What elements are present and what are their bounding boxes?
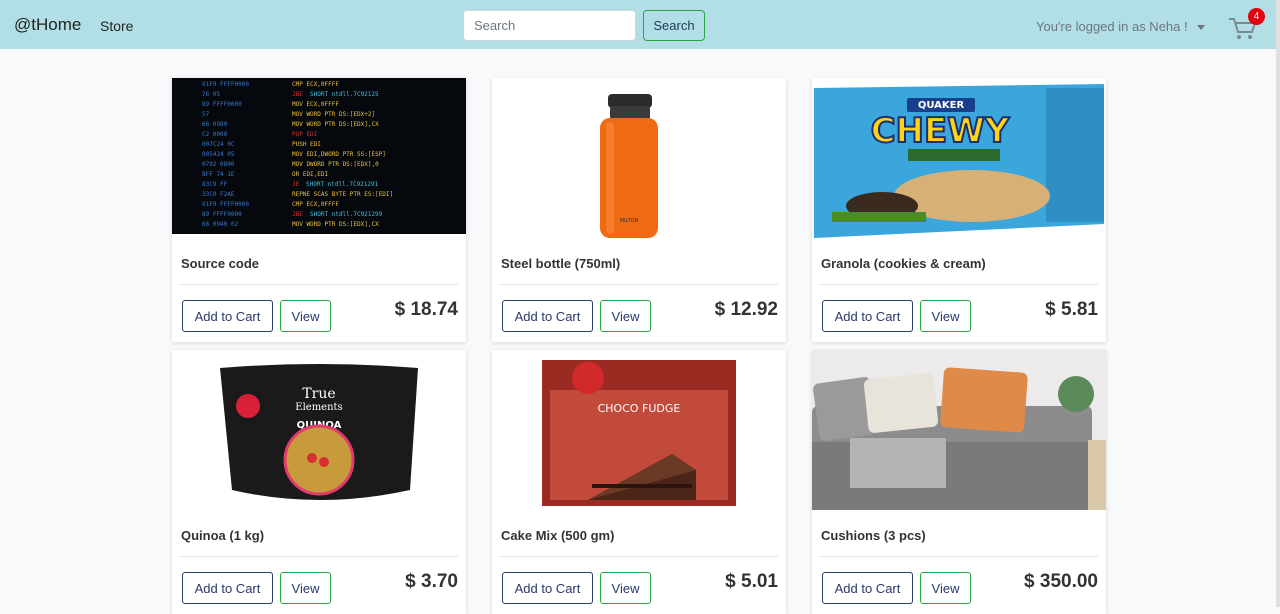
card-divider <box>180 284 458 285</box>
card-divider <box>500 284 778 285</box>
product-card: True Elements QUINOA Quinoa (1 kg) Add t… <box>172 350 466 614</box>
svg-text:MOV ECX,0FFFF: MOV ECX,0FFFF <box>292 101 339 108</box>
add-to-cart-button[interactable]: Add to Cart <box>822 300 913 332</box>
svg-text:OR EDI,EDI: OR EDI,EDI <box>292 171 329 178</box>
product-price: $ 3.70 <box>405 571 458 592</box>
view-button[interactable]: View <box>600 300 651 332</box>
top-navbar: @tHome Store Search You're logged in as … <box>0 0 1280 49</box>
svg-text:33C0 F2AE: 33C0 F2AE <box>202 191 235 198</box>
product-card: Cushions (3 pcs) Add to Cart View $ 350.… <box>812 350 1106 614</box>
search-input[interactable] <box>463 10 636 41</box>
product-title[interactable]: Granola (cookies & cream) <box>821 256 986 271</box>
user-menu-dropdown[interactable]: You're logged in as Neha ! <box>1036 19 1205 34</box>
cart-count-badge: 4 <box>1248 8 1265 25</box>
nav-link-store[interactable]: Store <box>100 18 133 34</box>
product-grid: 01F9 FFFF0000 76 05 89 FFFF0000 57 66 09… <box>172 78 1106 614</box>
product-price: $ 18.74 <box>394 299 458 320</box>
svg-text:0792 0800: 0792 0800 <box>202 161 235 168</box>
svg-text:01F9 FFFF0000: 01F9 FFFF0000 <box>202 81 249 88</box>
view-button[interactable]: View <box>280 300 331 332</box>
product-price: $ 350.00 <box>1024 571 1098 592</box>
card-divider <box>180 556 458 557</box>
svg-text:MOV EDI,DWORD PTR SS:[ESP]: MOV EDI,DWORD PTR SS:[ESP] <box>292 151 386 158</box>
svg-text:REPNE SCAS BYTE PTR ES:[EDI]: REPNE SCAS BYTE PTR ES:[EDI] <box>292 191 393 198</box>
add-to-cart-button[interactable]: Add to Cart <box>502 572 593 604</box>
svg-text:01F9 FFFF0000: 01F9 FFFF0000 <box>202 201 249 208</box>
product-card: MILTON Steel bottle (750ml) Add to Cart … <box>492 78 786 342</box>
svg-text:89 FFFF0000: 89 FFFF0000 <box>202 101 242 108</box>
svg-text:PUSH EDI: PUSH EDI <box>292 141 321 148</box>
svg-text:SHORT ntdll.7C921299: SHORT ntdll.7C921299 <box>310 211 383 218</box>
add-to-cart-button[interactable]: Add to Cart <box>182 300 273 332</box>
svg-text:76 05: 76 05 <box>202 91 220 98</box>
cake-mix-image[interactable]: CHOCO FUDGE <box>492 350 786 510</box>
svg-text:8FF 74 1E: 8FF 74 1E <box>202 171 235 178</box>
add-to-cart-button[interactable]: Add to Cart <box>502 300 593 332</box>
svg-text:CMP ECX,0FFFF: CMP ECX,0FFFF <box>292 81 339 88</box>
brand-logo[interactable]: @tHome <box>14 15 81 35</box>
product-price: $ 5.01 <box>725 571 778 592</box>
card-divider <box>500 556 778 557</box>
view-button[interactable]: View <box>920 572 971 604</box>
card-divider <box>820 556 1098 557</box>
svg-text:CMP ECX,0FFFF: CMP ECX,0FFFF <box>292 201 339 208</box>
product-title[interactable]: Quinoa (1 kg) <box>181 528 264 543</box>
chevron-down-icon <box>1196 24 1205 30</box>
svg-text:JE: JE <box>292 181 300 188</box>
product-title[interactable]: Source code <box>181 256 259 271</box>
svg-text:Elements: Elements <box>295 402 342 413</box>
svg-text:MOV WORD PTR DS:[EDX],CX: MOV WORD PTR DS:[EDX],CX <box>292 221 379 228</box>
card-divider <box>820 284 1098 285</box>
view-button[interactable]: View <box>920 300 971 332</box>
view-button[interactable]: View <box>280 572 331 604</box>
product-price: $ 5.81 <box>1045 299 1098 320</box>
svg-text:83C9 FF: 83C9 FF <box>202 181 228 188</box>
view-button[interactable]: View <box>600 572 651 604</box>
svg-text:MOV WORD PTR DS:[EDX],CX: MOV WORD PTR DS:[EDX],CX <box>292 121 379 128</box>
add-to-cart-button[interactable]: Add to Cart <box>822 572 913 604</box>
svg-text:MILTON: MILTON <box>620 218 639 224</box>
product-title[interactable]: Cake Mix (500 gm) <box>501 528 614 543</box>
svg-text:MOV WORD PTR DS:[EDX+2]: MOV WORD PTR DS:[EDX+2] <box>292 111 375 118</box>
svg-text:True: True <box>302 386 335 402</box>
search-button[interactable]: Search <box>643 10 705 41</box>
svg-text:89 FFFF0000: 89 FFFF0000 <box>202 211 242 218</box>
svg-text:QUAKER: QUAKER <box>918 100 965 111</box>
product-card: QUAKER CHEWY Granola (cookies & cream) A… <box>812 78 1106 342</box>
svg-text:CHEWY: CHEWY <box>871 111 1010 151</box>
svg-text:MOV DWORD PTR DS:[EDX],0: MOV DWORD PTR DS:[EDX],0 <box>292 161 379 168</box>
svg-text:005424 05: 005424 05 <box>202 151 235 158</box>
bottle-image[interactable]: MILTON <box>492 78 786 238</box>
svg-text:66 0940 02: 66 0940 02 <box>202 221 239 228</box>
svg-text:CHOCO FUDGE: CHOCO FUDGE <box>598 402 681 415</box>
product-card: 01F9 FFFF0000 76 05 89 FFFF0000 57 66 09… <box>172 78 466 342</box>
svg-text:66 0980: 66 0980 <box>202 121 228 128</box>
granola-box-image[interactable]: QUAKER CHEWY <box>812 78 1106 238</box>
svg-text:POP EDI: POP EDI <box>292 131 318 138</box>
svg-text:007C24 0C: 007C24 0C <box>202 141 235 148</box>
svg-text:JBE: JBE <box>292 211 303 218</box>
svg-text:C2 0000: C2 0000 <box>202 131 228 138</box>
svg-text:JBE: JBE <box>292 91 303 98</box>
svg-text:SHORT ntdll.7C921291: SHORT ntdll.7C921291 <box>306 181 379 188</box>
page-scrollbar[interactable] <box>1276 0 1280 607</box>
svg-text:SHORT ntdll.7C92125: SHORT ntdll.7C92125 <box>310 91 379 98</box>
product-title[interactable]: Cushions (3 pcs) <box>821 528 926 543</box>
cushions-image[interactable] <box>812 350 1106 510</box>
product-price: $ 12.92 <box>714 299 778 320</box>
product-card: CHOCO FUDGE Cake Mix (500 gm) Add to Car… <box>492 350 786 614</box>
add-to-cart-button[interactable]: Add to Cart <box>182 572 273 604</box>
user-greeting: You're logged in as Neha ! <box>1036 19 1188 34</box>
product-title[interactable]: Steel bottle (750ml) <box>501 256 620 271</box>
source-code-image[interactable]: 01F9 FFFF0000 76 05 89 FFFF0000 57 66 09… <box>172 78 466 238</box>
svg-text:57: 57 <box>202 111 210 118</box>
quinoa-pouch-image[interactable]: True Elements QUINOA <box>172 350 466 510</box>
